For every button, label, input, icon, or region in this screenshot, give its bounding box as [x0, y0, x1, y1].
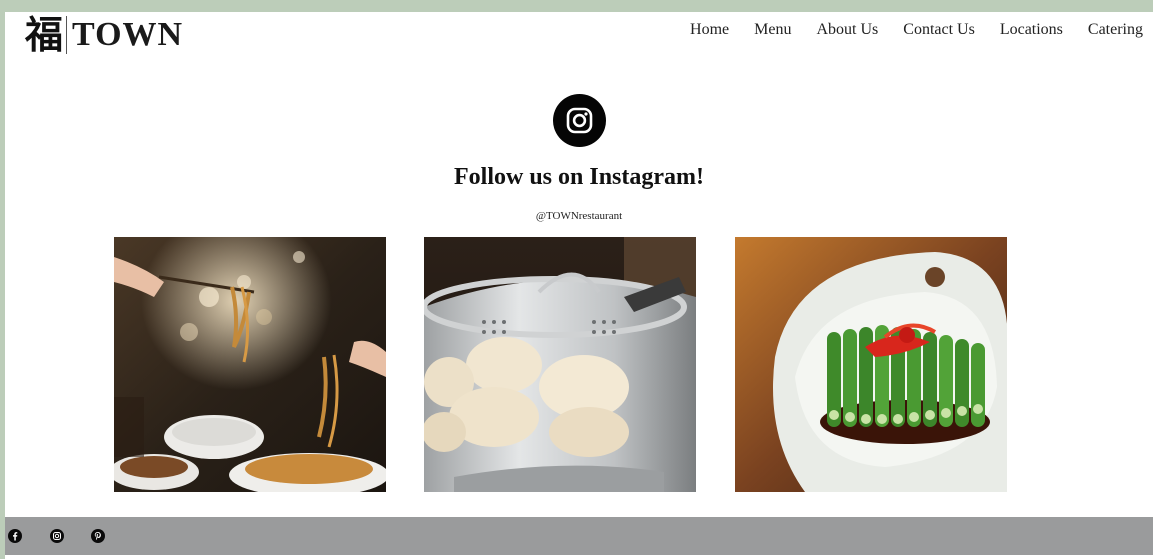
site-logo[interactable]: 福 TOWN [25, 12, 183, 58]
instagram-heading: Follow us on Instagram! [453, 164, 705, 190]
noodles-photo[interactable] [114, 237, 386, 492]
logo-character: 福 [25, 12, 63, 57]
pinterest-icon[interactable] [91, 529, 105, 543]
logo-wordmark: TOWN [72, 16, 184, 53]
nav-menu[interactable]: Menu [754, 20, 791, 40]
site-header: 福 TOWN Home Menu About Us Contact Us Loc… [5, 12, 1153, 62]
instagram-icon[interactable] [50, 529, 64, 543]
main-nav: Home Menu About Us Contact Us Locations … [665, 20, 1143, 40]
instagram-handle[interactable]: @TOWNrestaurant [5, 210, 1153, 222]
instagram-icon[interactable] [553, 94, 606, 147]
okra-dish-photo[interactable] [735, 237, 1007, 492]
steamed-buns-photo[interactable] [424, 237, 696, 492]
page: 福 TOWN Home Menu About Us Contact Us Loc… [5, 12, 1153, 559]
nav-contact-us[interactable]: Contact Us [903, 20, 975, 40]
nav-about-us[interactable]: About Us [816, 20, 878, 40]
facebook-icon[interactable] [8, 529, 22, 543]
nav-home[interactable]: Home [690, 20, 729, 40]
nav-locations[interactable]: Locations [1000, 20, 1063, 40]
nav-catering[interactable]: Catering [1088, 20, 1143, 40]
site-footer [5, 517, 1153, 555]
logo-divider [66, 16, 68, 54]
